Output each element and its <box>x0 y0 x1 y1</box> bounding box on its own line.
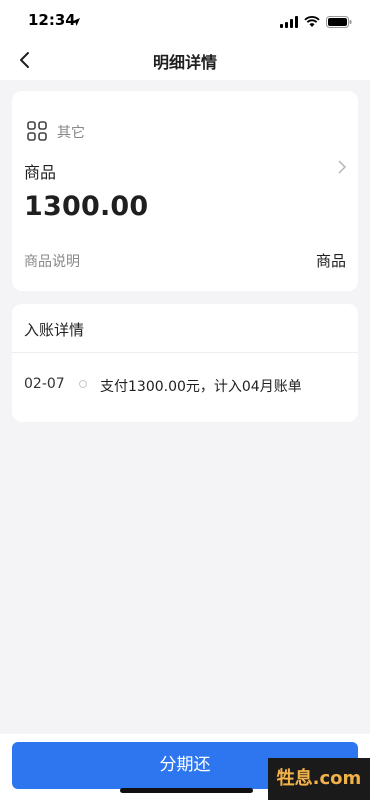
chevron-right-icon[interactable] <box>336 159 348 175</box>
cellular-signal-icon <box>280 13 298 32</box>
description-label: 商品说明 <box>24 254 80 270</box>
transaction-amount: 1300.00 <box>24 191 149 222</box>
status-bar: 12:34 <box>0 0 370 40</box>
posting-detail-title: 入账详情 <box>24 321 85 339</box>
posting-description: 支付1300.00元，计入04月账单 <box>100 379 302 395</box>
merchant-item-name[interactable]: 商品 <box>24 159 56 183</box>
divider <box>12 352 358 353</box>
wifi-icon <box>304 13 320 32</box>
category-label: 其它 <box>57 125 85 141</box>
posting-detail-card: 入账详情 02-07 支付1300.00元，计入04月账单 <box>12 304 358 422</box>
timeline-dot-icon <box>79 380 87 388</box>
home-indicator <box>120 788 253 793</box>
description-value: 商品 <box>315 252 346 270</box>
status-indicators <box>280 13 352 32</box>
page-title: 明细详情 <box>152 53 217 72</box>
battery-icon <box>326 13 352 32</box>
watermark-logo: 牲息.com <box>268 758 370 800</box>
grid-category-icon <box>27 121 47 141</box>
status-time: 12:34 <box>28 11 76 29</box>
posting-date: 02-07 <box>24 376 65 392</box>
nav-bar: 明细详情 <box>0 40 370 80</box>
transaction-detail-card: 其它 商品 1300.00 商品说明 商品 <box>12 91 358 291</box>
location-arrow-icon <box>71 12 81 31</box>
